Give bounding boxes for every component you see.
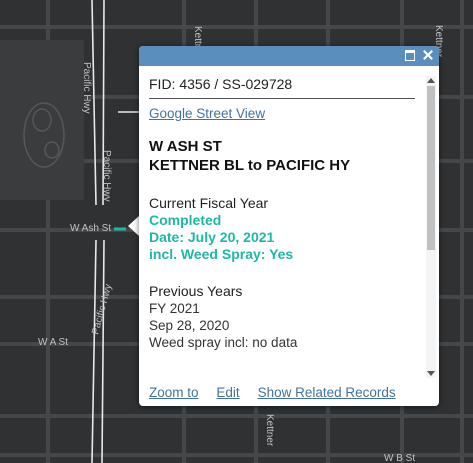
- scroll-down-icon[interactable]: [427, 371, 435, 376]
- previous-years-heading: Previous Years: [149, 283, 243, 299]
- maximize-icon[interactable]: [403, 48, 417, 62]
- close-icon[interactable]: [421, 48, 435, 62]
- popup-titlebar: [139, 46, 439, 66]
- label-w-ash-st: W Ash St: [70, 223, 111, 234]
- popup-scrollbar[interactable]: [426, 76, 436, 378]
- current-date: Date: July 20, 2021: [149, 229, 275, 245]
- zoom-to-link[interactable]: Zoom to: [149, 385, 199, 400]
- previous-date: Sep 28, 2020: [149, 318, 230, 333]
- popup-actions: Zoom to Edit Show Related Records: [149, 384, 410, 400]
- scroll-up-icon[interactable]: [427, 78, 435, 83]
- street-segment: KETTNER BL to PACIFIC HY: [149, 157, 351, 174]
- previous-weed-spray: Weed spray incl: no data: [149, 335, 298, 350]
- label-w-a-st: W A St: [38, 337, 68, 348]
- show-related-records-link[interactable]: Show Related Records: [258, 385, 396, 400]
- scroll-thumb[interactable]: [427, 86, 435, 250]
- current-status: Completed: [149, 212, 222, 228]
- label-street-bottom-mid: Kettner: [264, 414, 275, 447]
- current-weed-spray: incl. Weed Spray: Yes: [149, 246, 294, 262]
- google-street-view-link[interactable]: Google Street View: [149, 106, 415, 121]
- label-pacific-hwy-top: Pacific Hwy: [81, 62, 92, 114]
- popup-pointer: [128, 216, 139, 236]
- previous-fy: FY 2021: [149, 301, 200, 316]
- label-w-b-st: W B St: [384, 453, 415, 463]
- feature-id: FID: 4356 / SS-029728: [149, 76, 293, 92]
- edit-link[interactable]: Edit: [216, 385, 239, 400]
- label-pacific-hwy-mid: Pacific Hwy: [101, 150, 112, 202]
- feature-popup: FID: 4356 / SS-029728 Google Street View…: [139, 46, 439, 406]
- street-name: W ASH ST: [149, 138, 222, 155]
- divider: [149, 98, 415, 99]
- current-fiscal-year-heading: Current Fiscal Year: [149, 195, 269, 211]
- popup-content: FID: 4356 / SS-029728 Google Street View…: [149, 66, 415, 378]
- park-block: [0, 40, 84, 200]
